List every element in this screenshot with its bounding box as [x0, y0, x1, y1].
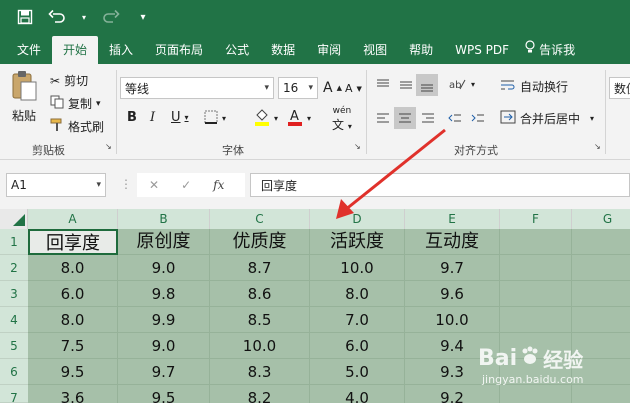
paw-icon [519, 345, 541, 373]
watermark-brand-suffix: 经验 [543, 348, 584, 372]
watermark-brand: Bai [478, 346, 518, 371]
annotation-arrow [336, 128, 446, 219]
watermark: Bai 经验 jingyan.baidu.com [478, 344, 584, 386]
watermark-url: jingyan.baidu.com [482, 373, 584, 386]
